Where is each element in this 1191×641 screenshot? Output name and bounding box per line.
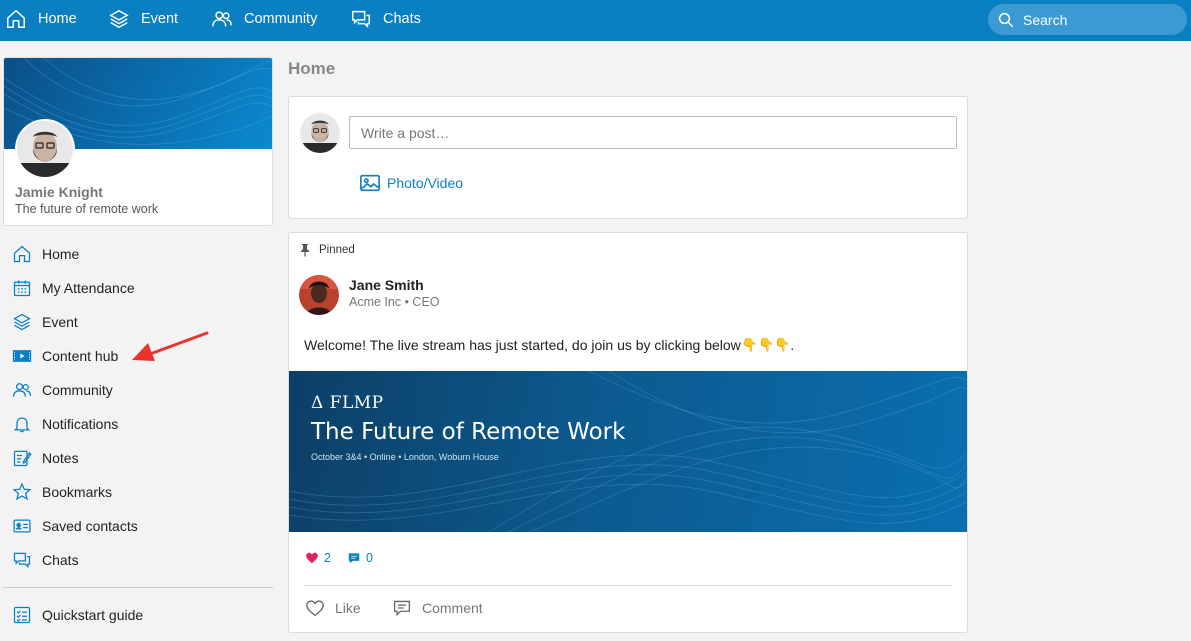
heart-outline-icon [306,600,324,617]
people-icon [13,383,31,397]
pinned-label: Pinned [319,244,355,256]
annotation-arrow [132,331,209,361]
sidebar-item-label: Content hub [42,348,119,364]
comment-button[interactable]: Comment [392,599,483,617]
author-name[interactable]: Jane Smith [349,277,424,293]
flmp-logo: Δ FLMP [311,393,384,413]
author-subtitle: Acme Inc • CEO [349,295,440,309]
sidebar-item-bookmarks[interactable]: Bookmarks [12,480,112,504]
sidebar-item-label: Notifications [42,416,119,432]
comment-label: Comment [422,600,483,616]
notes-icon [13,450,32,467]
search-icon [998,12,1014,27]
layers-icon [13,313,31,331]
sidebar-item-label: Community [42,382,113,398]
sidebar-item-label: Chats [42,552,79,568]
pinned-indicator: Pinned [299,243,355,257]
nav-event-label: Event [141,11,179,27]
pointing-down-emoji: 👇👇👇 [741,337,791,352]
nav-event[interactable]: Event [108,0,178,38]
like-button[interactable]: Like [305,599,361,617]
sidebar-item-label: Event [42,314,78,330]
page-title: Home [288,59,336,78]
chat-icon [13,552,31,569]
photo-video-label: Photo/Video [387,175,464,191]
sidebar-item-saved-contacts[interactable]: Saved contacts [12,514,138,538]
search-label: Search [1023,11,1068,28]
comment-bubble-icon[interactable] [347,551,361,565]
home-icon [13,245,31,263]
nav-home[interactable]: Home [5,0,77,38]
sidebar-item-quickstart-guide[interactable]: Quickstart guide [12,603,143,627]
comments-count[interactable]: 0 [366,551,373,565]
image-icon [360,174,380,192]
post-composer: Write a post… Photo/Video [288,96,968,219]
chat-icon [352,10,370,29]
sidebar-item-notifications[interactable]: Notifications [12,412,118,436]
post-image-banner[interactable]: Δ FLMP The Future of Remote Work October… [289,371,967,532]
calendar-icon [13,280,31,297]
people-icon [212,11,232,27]
bell-icon [13,417,31,433]
author-avatar[interactable] [299,275,339,315]
layers-icon [109,9,129,29]
pinned-post: Pinned Jane Smith Acme Inc • CEO Welcome… [288,232,968,633]
sidebar-item-content-hub[interactable]: Content hub [12,344,118,368]
heart-icon[interactable] [305,551,319,565]
profile-avatar[interactable] [15,119,75,179]
profile-name[interactable]: Jamie Knight [15,184,103,200]
sidebar-divider [3,587,273,588]
sidebar-item-community[interactable]: Community [12,378,113,402]
post-text: Welcome! The live stream has just starte… [304,337,794,353]
post-text-end: . [790,337,795,353]
contact-card-icon [13,519,31,533]
nav-community[interactable]: Community [211,0,317,38]
star-icon [12,482,32,501]
comment-icon [393,600,411,617]
home-icon [7,9,25,28]
image-title: The Future of Remote Work [311,419,626,445]
checklist-icon [13,606,31,624]
sidebar-item-label: My Attendance [42,280,135,296]
top-navigation-bar: Home Event Community Chats Search [0,0,1191,41]
sidebar-item-chats[interactable]: Chats [12,548,79,572]
sidebar-item-label: Bookmarks [42,484,113,500]
likes-count[interactable]: 2 [324,551,331,565]
sidebar-item-label: Notes [42,450,79,466]
reaction-counts: 2 0 [305,551,373,565]
nav-chats-label: Chats [383,11,421,27]
video-icon [12,350,32,362]
sidebar-item-label: Home [42,246,80,262]
write-post-input[interactable]: Write a post… [349,116,957,149]
sidebar-item-label: Saved contacts [42,518,138,534]
photo-video-button[interactable]: Photo/Video [359,173,463,193]
sidebar-item-my-attendance[interactable]: My Attendance [12,276,135,300]
post-text-body: Welcome! The live stream has just starte… [304,337,741,353]
search-box[interactable]: Search [988,4,1187,35]
image-subtitle: October 3&4 • Online • London, Woburn Ho… [311,452,499,462]
profile-card[interactable]: Jamie Knight The future of remote work [3,57,273,226]
nav-home-label: Home [38,11,77,27]
nav-community-label: Community [244,11,318,27]
sidebar-item-label: Quickstart guide [42,607,144,623]
profile-tagline: The future of remote work [15,202,159,216]
sidebar-item-notes[interactable]: Notes [12,446,79,470]
post-divider [304,585,952,586]
sidebar-item-event[interactable]: Event [12,310,78,334]
like-label: Like [335,600,361,616]
pin-icon [301,244,309,257]
nav-chats[interactable]: Chats [350,0,421,38]
composer-avatar [300,113,340,153]
sidebar-item-home[interactable]: Home [12,242,79,266]
